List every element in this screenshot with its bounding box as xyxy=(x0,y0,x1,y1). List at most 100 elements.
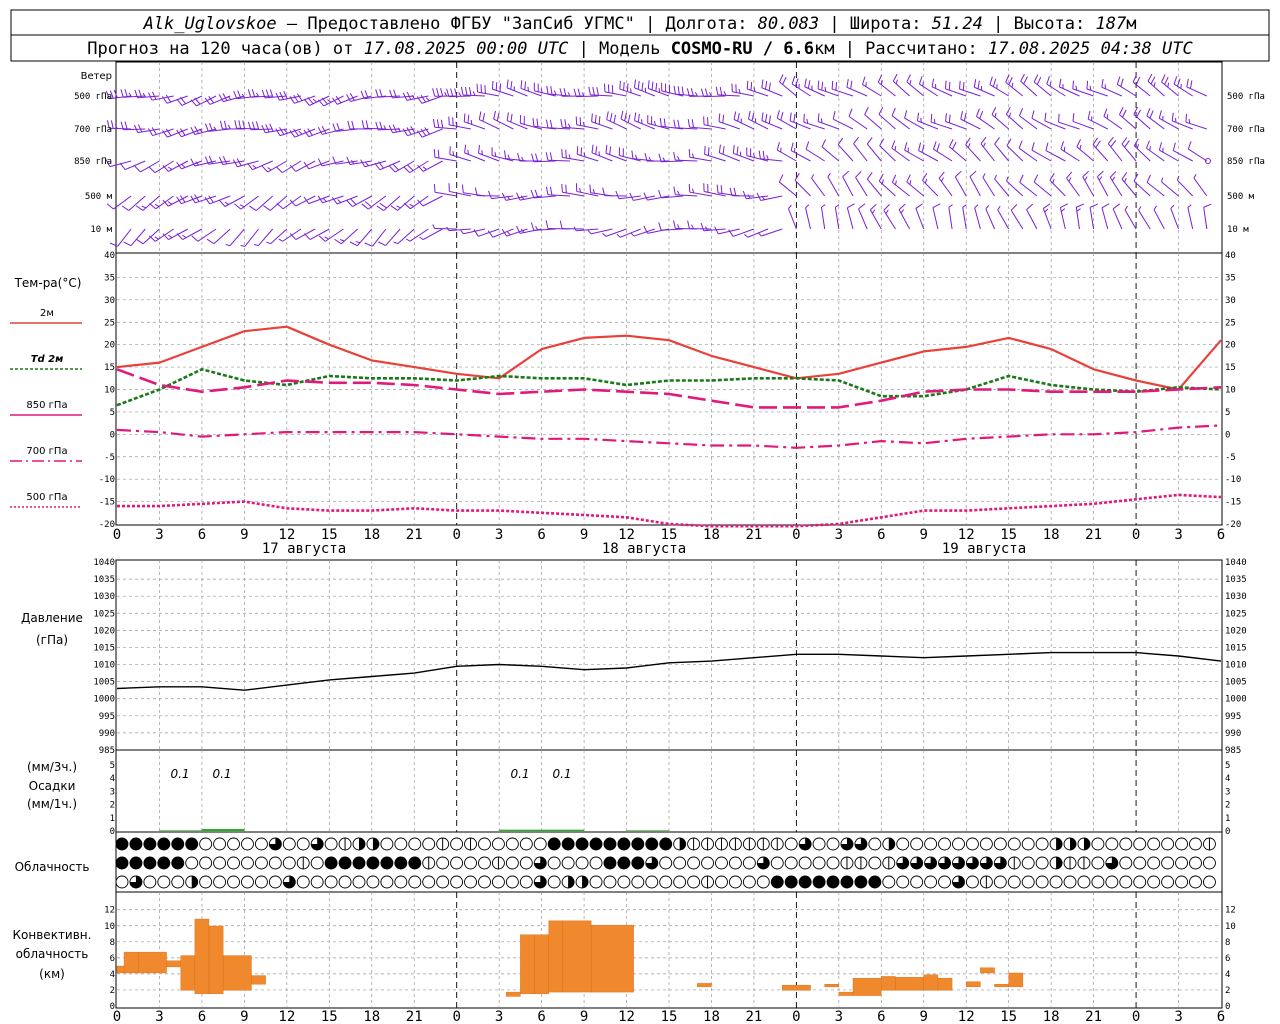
wind-barb xyxy=(1185,113,1208,130)
cloud-circle xyxy=(478,875,491,889)
wind-barb-feather xyxy=(1158,142,1163,151)
cloud-cover-icon xyxy=(171,837,185,851)
wind-barb-staff xyxy=(805,148,825,162)
wind-barb-feather xyxy=(450,88,454,97)
cloud-circle xyxy=(715,856,728,870)
wind-barb-feather xyxy=(1103,108,1108,117)
cloud-circle xyxy=(338,875,352,889)
wind-barb xyxy=(1173,76,1193,97)
wind-barb-feather xyxy=(596,87,599,96)
wind-barb xyxy=(206,228,231,245)
wind-barb-feather xyxy=(948,81,951,91)
cloud-circle xyxy=(547,856,561,870)
wind-barb-feather xyxy=(776,110,780,119)
cloud-circle xyxy=(589,856,603,870)
cloud-cover-icon xyxy=(938,856,952,870)
wind-barb-staff xyxy=(932,207,939,230)
wind-barb xyxy=(817,113,840,130)
conv-cloud-bar xyxy=(590,924,634,993)
wind-barb-feather xyxy=(591,144,594,153)
cloud-cover-icon xyxy=(840,875,854,889)
cloud-circle xyxy=(603,875,617,889)
wind-barb-feather xyxy=(977,80,980,89)
temp-y-tick: 20 xyxy=(104,341,115,351)
wind-barb-feather xyxy=(1031,110,1035,119)
wind-barb-feather xyxy=(807,80,811,89)
temp-y-tick-right: -15 xyxy=(1225,498,1241,508)
wind-barb-staff xyxy=(846,207,854,230)
wind-barb xyxy=(1076,139,1094,162)
wind-barb-feather xyxy=(1052,178,1055,184)
cloud-cover-icon xyxy=(268,856,282,870)
wind-barb xyxy=(1092,137,1109,162)
cloud-cover-icon xyxy=(1035,856,1049,870)
cloud-circle xyxy=(157,875,171,889)
wind-barb-feather xyxy=(916,112,920,121)
x-tick-label-top: 21 xyxy=(406,527,423,543)
wind-barb xyxy=(821,139,840,162)
wind-barb-staff xyxy=(1010,210,1024,230)
wind-barb-feather xyxy=(991,107,997,115)
wind-barb-feather xyxy=(147,128,154,136)
cloud-circle xyxy=(1133,875,1147,889)
wind-barb-feather xyxy=(318,235,326,242)
cloud-circle xyxy=(715,875,728,889)
cloud-half-fill xyxy=(1056,838,1063,850)
cloud-circle xyxy=(938,837,952,851)
wind-barb-feather xyxy=(154,203,160,207)
cloud-cover-icon xyxy=(366,837,380,851)
cloud-cover-icon xyxy=(268,875,282,889)
wind-barb-staff xyxy=(547,194,570,197)
wind-barb-feather xyxy=(1164,76,1169,85)
cloud-cover-icon xyxy=(227,837,240,851)
wind-barb xyxy=(561,183,585,197)
wind-barb-feather xyxy=(375,89,379,98)
cloud-circle xyxy=(324,875,338,889)
wind-barb-feather xyxy=(1058,78,1062,87)
wind-barb xyxy=(728,228,755,237)
wind-barb-feather xyxy=(832,111,836,120)
wind-barb xyxy=(205,123,231,132)
cloud-circle xyxy=(854,875,868,889)
cloud-circle xyxy=(840,875,854,889)
day-label-2: 18 августа xyxy=(602,541,686,557)
wind-barb xyxy=(891,174,910,197)
wind-barb-feather xyxy=(238,120,242,129)
wind-barb-feather xyxy=(609,146,612,155)
wind-barb xyxy=(405,228,429,242)
wind-barb-feather xyxy=(1076,203,1085,208)
wind-barb-feather xyxy=(503,150,507,159)
cloud-cover-icon xyxy=(394,875,408,889)
wind-barb-feather xyxy=(1132,74,1138,83)
wind-barb-feather xyxy=(658,88,661,93)
wind-barb-staff xyxy=(746,155,769,162)
cloud-circle xyxy=(352,875,366,889)
wind-barb-feather xyxy=(677,156,680,161)
wind-barb-staff xyxy=(969,176,981,197)
wind-barb-staff xyxy=(1203,207,1208,230)
wind-barb-feather xyxy=(167,201,173,205)
precip-label-2: 0.1 xyxy=(212,767,231,781)
wind-barb-feather xyxy=(885,209,889,214)
cloud-cover-icon xyxy=(491,837,505,851)
cloud-title: Облачность xyxy=(15,860,90,874)
cloud-cover-icon xyxy=(1119,856,1133,870)
cloud-circle xyxy=(1007,837,1021,851)
cloud-circle xyxy=(1091,875,1105,889)
wind-barb-staff xyxy=(357,228,373,247)
wind-barb-feather xyxy=(806,118,809,124)
cloud-cover-icon xyxy=(673,837,687,851)
wind-barb-feather xyxy=(658,189,662,199)
wind-barb-feather xyxy=(673,220,676,229)
wind-barb-feather xyxy=(1075,85,1078,91)
wind-barb xyxy=(619,80,641,97)
cloud-cover-icon xyxy=(784,837,798,851)
wind-barb-feather xyxy=(261,165,269,173)
wind-barb-feather xyxy=(1138,206,1142,211)
cloud-cover-icon xyxy=(993,856,1007,870)
cloud-cover-icon xyxy=(952,837,965,851)
wind-barb xyxy=(906,174,925,197)
cloud-cover-icon xyxy=(464,837,477,851)
wind-title: Ветер xyxy=(81,71,112,82)
wind-barb-feather xyxy=(181,164,186,168)
